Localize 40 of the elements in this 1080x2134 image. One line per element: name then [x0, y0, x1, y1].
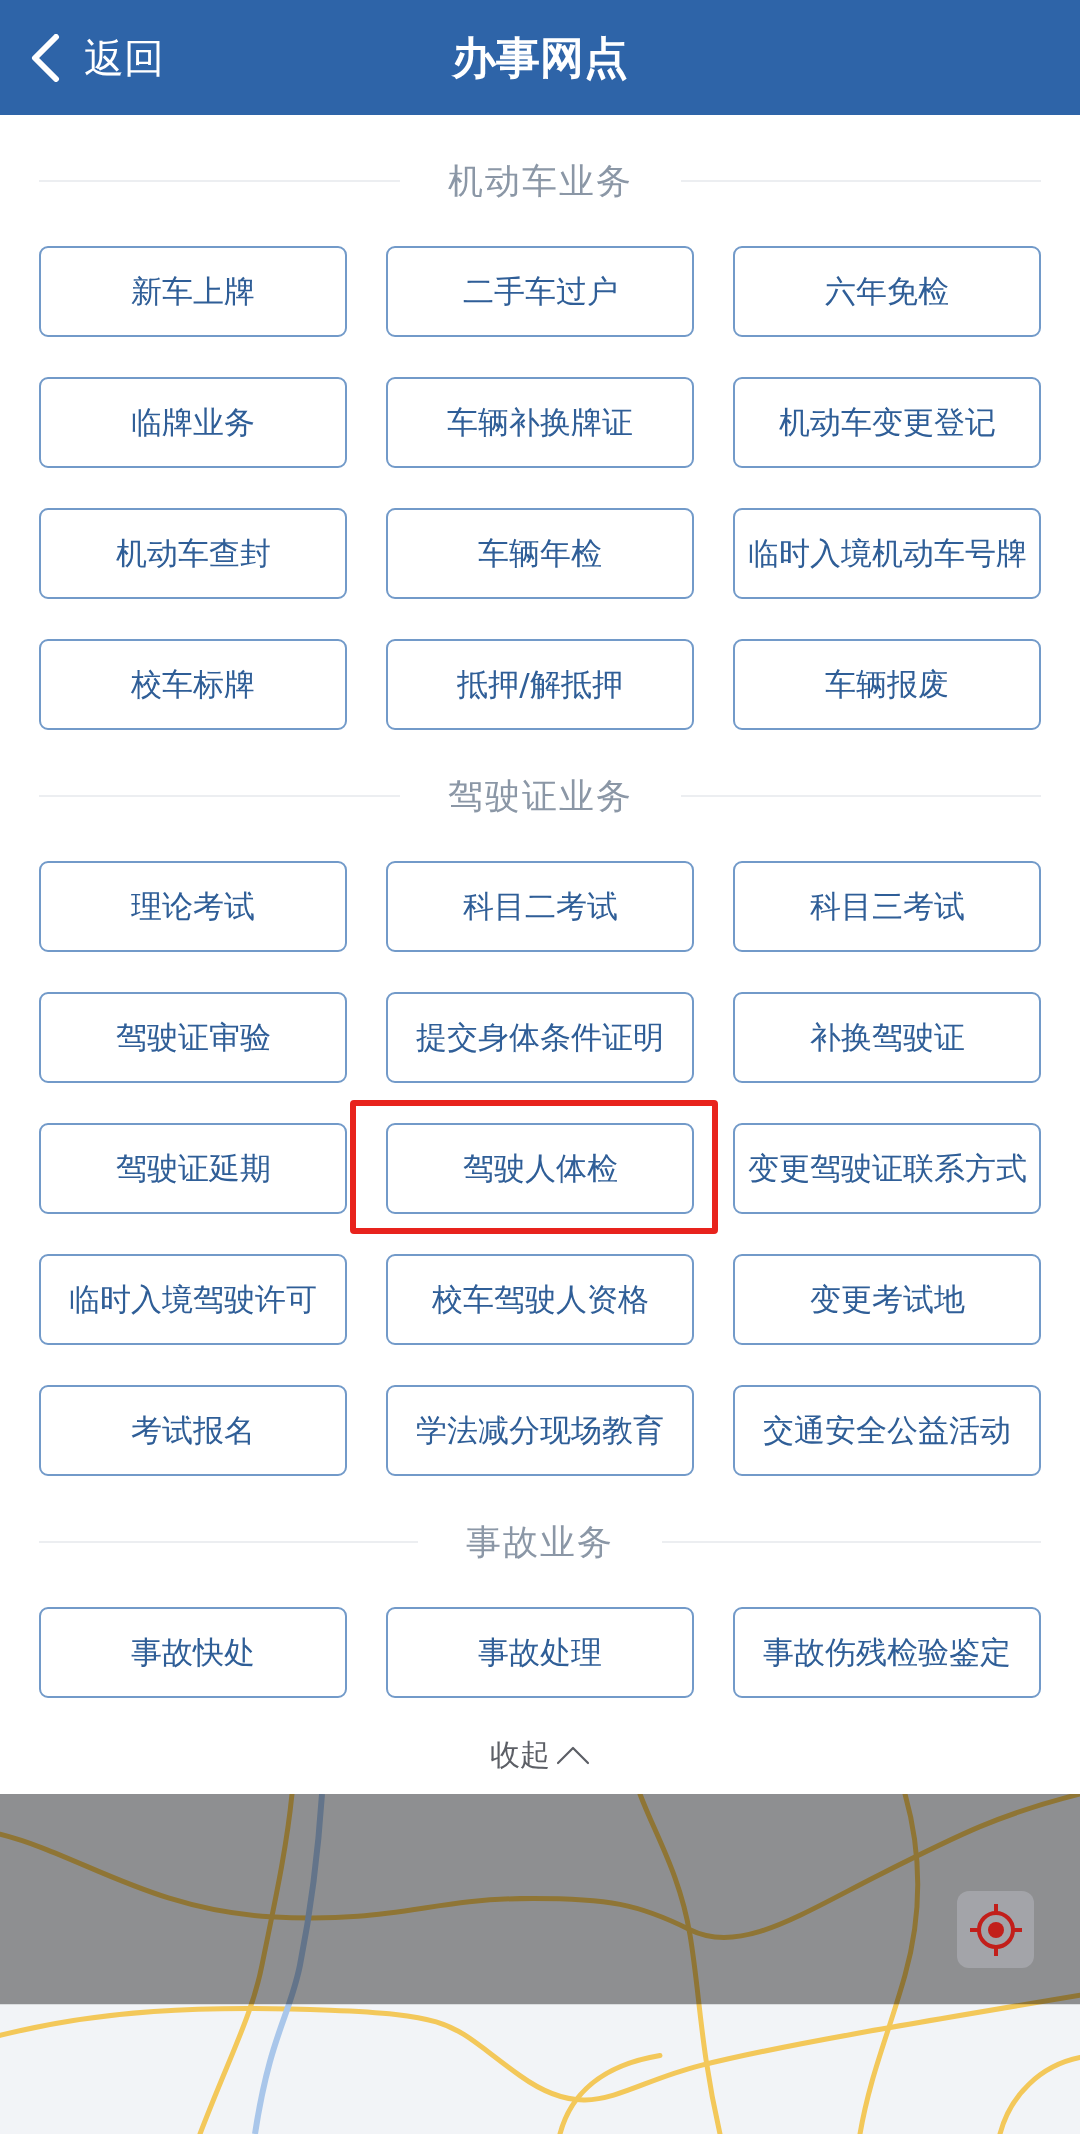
service-button[interactable]: 理论考试	[39, 861, 347, 952]
service-button[interactable]: 事故快处	[39, 1607, 347, 1698]
back-button[interactable]: 返回	[30, 33, 164, 82]
service-button[interactable]: 车辆补换牌证	[386, 377, 694, 468]
section-title: 驾驶证业务	[447, 778, 633, 814]
service-button[interactable]: 科目三考试	[733, 861, 1041, 952]
locate-button[interactable]	[957, 1891, 1034, 1968]
service-button[interactable]: 临时入境驾驶许可	[39, 1254, 347, 1345]
service-button[interactable]: 补换驾驶证	[733, 992, 1041, 1083]
crosshair-icon	[968, 1902, 1023, 1957]
service-button[interactable]: 变更驾驶证联系方式	[733, 1123, 1041, 1214]
service-button[interactable]: 事故伤残检验鉴定	[733, 1607, 1041, 1698]
service-button[interactable]: 提交身体条件证明	[386, 992, 694, 1083]
service-button[interactable]: 校车标牌	[39, 639, 347, 730]
service-button[interactable]: 临时入境机动车号牌	[733, 508, 1041, 599]
service-button[interactable]: 机动车查封	[39, 508, 347, 599]
service-button[interactable]: 科目二考试	[386, 861, 694, 952]
page-title: 办事网点	[452, 35, 628, 80]
service-button[interactable]: 抵押/解抵押	[386, 639, 694, 730]
service-button[interactable]: 学法减分现场教育	[386, 1385, 694, 1476]
section-title: 机动车业务	[447, 163, 633, 199]
service-button[interactable]: 考试报名	[39, 1385, 347, 1476]
service-button[interactable]: 新车上牌	[39, 246, 347, 337]
chevron-left-icon	[30, 33, 60, 82]
service-button[interactable]: 车辆年检	[386, 508, 694, 599]
service-button[interactable]: 临牌业务	[39, 377, 347, 468]
service-button[interactable]: 变更考试地	[733, 1254, 1041, 1345]
service-button[interactable]: 交通安全公益活动	[733, 1385, 1041, 1476]
service-button[interactable]: 六年免检	[733, 246, 1041, 337]
service-button[interactable]: 车辆报废	[733, 639, 1041, 730]
service-button[interactable]: 二手车过户	[386, 246, 694, 337]
service-button[interactable]: 驾驶证延期	[39, 1123, 347, 1214]
service-button[interactable]: 校车驾驶人资格	[386, 1254, 694, 1345]
service-button[interactable]: 驾驶人体检	[386, 1123, 694, 1214]
collapse-button[interactable]: 收起	[490, 1734, 590, 1776]
service-button[interactable]: 驾驶证审验	[39, 992, 347, 1083]
caret-up-icon	[556, 1745, 590, 1765]
service-button[interactable]: 事故处理	[386, 1607, 694, 1698]
section-title: 事故业务	[466, 1524, 614, 1560]
service-button[interactable]: 机动车变更登记	[733, 377, 1041, 468]
